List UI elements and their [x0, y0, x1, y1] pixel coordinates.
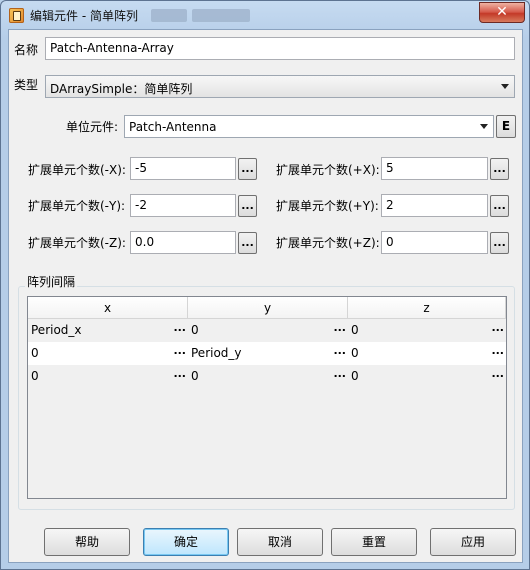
- expand-neg-y-browse-button[interactable]: ...: [238, 195, 257, 217]
- unit-component-value: Patch-Antenna: [129, 120, 217, 134]
- expand-neg-z-label: 扩展单元个数(-Z):: [28, 236, 126, 250]
- table-cell[interactable]: 0...: [28, 365, 188, 388]
- table-cell[interactable]: Period_y...: [188, 342, 348, 365]
- type-label: 类型: [14, 78, 39, 92]
- expand-pos-y-input[interactable]: 2: [381, 194, 488, 217]
- table-cell[interactable]: 0...: [28, 342, 188, 365]
- expand-neg-x-browse-button[interactable]: ...: [238, 158, 257, 180]
- cell-browse-button[interactable]: ...: [173, 367, 186, 380]
- cell-browse-button[interactable]: ...: [491, 367, 504, 380]
- table-cell[interactable]: 0...: [188, 365, 348, 388]
- edit-component-window: 编辑元件 - 简单阵列 ✕ 名称 Patch-Antenna-Array 类型 …: [0, 0, 530, 570]
- chevron-down-icon: [480, 124, 488, 129]
- table-cell[interactable]: 0...: [348, 365, 506, 388]
- table-cell[interactable]: Period_x...: [28, 319, 188, 342]
- expand-neg-z-input[interactable]: 0.0: [130, 231, 236, 254]
- window-title: 编辑元件 - 简单阵列: [30, 9, 138, 23]
- array-spacing-table: x y z Period_x... 0... 0... 0... Period_…: [27, 296, 507, 499]
- expand-pos-x-browse-button[interactable]: ...: [490, 158, 509, 180]
- cell-browse-button[interactable]: ...: [333, 321, 346, 334]
- unit-component-select[interactable]: Patch-Antenna: [124, 115, 494, 138]
- reset-button[interactable]: 重置: [331, 528, 417, 556]
- expand-pos-x-input[interactable]: 5: [381, 157, 488, 180]
- edit-unit-button[interactable]: E: [496, 115, 516, 138]
- blurred-title-fragment: [192, 9, 250, 22]
- expand-pos-z-label: 扩展单元个数(+Z):: [276, 236, 380, 250]
- cell-browse-button[interactable]: ...: [491, 321, 504, 334]
- cancel-button[interactable]: 取消: [237, 528, 323, 556]
- apply-button[interactable]: 应用: [430, 528, 516, 556]
- array-spacing-label: 阵列间隔: [25, 273, 78, 290]
- help-button[interactable]: 帮助: [44, 528, 130, 556]
- expand-neg-y-label: 扩展单元个数(-Y):: [28, 199, 126, 213]
- cell-browse-button[interactable]: ...: [491, 344, 504, 357]
- type-select[interactable]: DArraySimple：简单阵列: [45, 75, 515, 98]
- column-header-x[interactable]: x: [28, 297, 188, 319]
- expand-neg-z-browse-button[interactable]: ...: [238, 232, 257, 254]
- app-icon: [9, 8, 24, 23]
- close-button[interactable]: ✕: [479, 2, 525, 23]
- type-select-value: DArraySimple：简单阵列: [50, 82, 193, 96]
- cell-value: 0: [351, 323, 359, 337]
- dialog-body: 名称 Patch-Antenna-Array 类型 DArraySimple：简…: [8, 29, 523, 563]
- column-header-z[interactable]: z: [348, 297, 506, 319]
- name-input[interactable]: Patch-Antenna-Array: [45, 37, 515, 60]
- cell-value: 0: [31, 369, 39, 383]
- cell-value: 0: [31, 346, 39, 360]
- chevron-down-icon: [501, 84, 509, 89]
- table-cell[interactable]: 0...: [348, 342, 506, 365]
- table-cell[interactable]: 0...: [188, 319, 348, 342]
- cell-browse-button[interactable]: ...: [333, 344, 346, 357]
- expand-neg-x-input[interactable]: -5: [130, 157, 236, 180]
- expand-pos-y-label: 扩展单元个数(+Y):: [276, 199, 379, 213]
- cell-value: 0: [351, 346, 359, 360]
- ok-button[interactable]: 确定: [143, 528, 229, 556]
- name-label: 名称: [14, 43, 39, 57]
- expand-pos-y-browse-button[interactable]: ...: [490, 195, 509, 217]
- cell-browse-button[interactable]: ...: [173, 344, 186, 357]
- cell-browse-button[interactable]: ...: [173, 321, 186, 334]
- table-cell[interactable]: 0...: [348, 319, 506, 342]
- cell-value: 0: [351, 369, 359, 383]
- cell-value: Period_x: [31, 323, 82, 337]
- table-empty-area: [28, 388, 506, 498]
- cell-browse-button[interactable]: ...: [333, 367, 346, 380]
- unit-component-label: 单位元件:: [66, 120, 119, 134]
- expand-neg-x-label: 扩展单元个数(-X):: [28, 163, 126, 177]
- title-bar: 编辑元件 - 简单阵列 ✕: [1, 1, 529, 29]
- expand-neg-y-input[interactable]: -2: [130, 194, 236, 217]
- blurred-title-fragment: [151, 9, 187, 22]
- expand-pos-z-browse-button[interactable]: ...: [490, 232, 509, 254]
- cell-value: 0: [191, 369, 199, 383]
- expand-pos-x-label: 扩展单元个数(+X):: [276, 163, 380, 177]
- expand-pos-z-input[interactable]: 0: [381, 231, 488, 254]
- cell-value: 0: [191, 323, 199, 337]
- cell-value: Period_y: [191, 346, 242, 360]
- column-header-y[interactable]: y: [188, 297, 348, 319]
